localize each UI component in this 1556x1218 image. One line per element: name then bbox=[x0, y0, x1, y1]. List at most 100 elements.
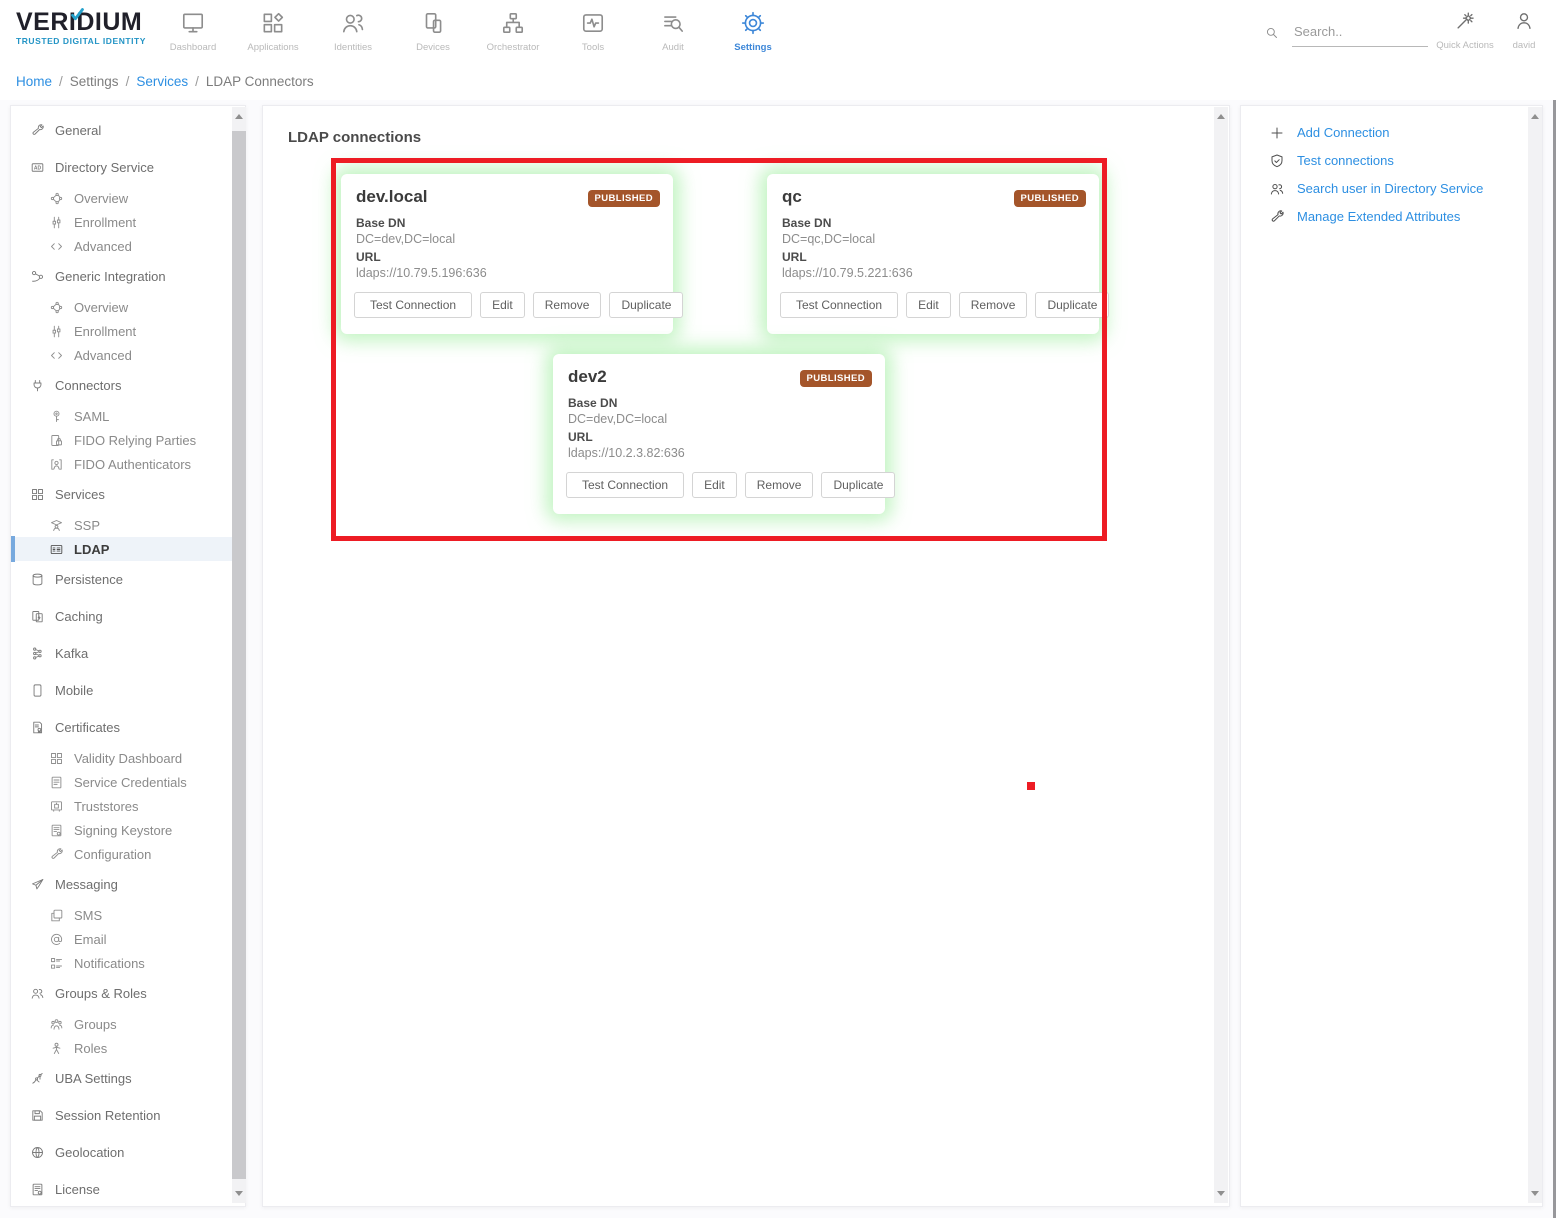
sidebar-item-configuration[interactable]: Configuration bbox=[11, 842, 245, 866]
action-test-connections[interactable]: Test connections bbox=[1269, 150, 1542, 171]
sidebar-item-ldap[interactable]: LDAP bbox=[11, 537, 245, 561]
action-manage-extended-attributes[interactable]: Manage Extended Attributes bbox=[1269, 206, 1542, 227]
edit-button[interactable]: Edit bbox=[480, 292, 525, 318]
sidebar-item-enrollment[interactable]: Enrollment bbox=[11, 210, 245, 234]
duplicate-button[interactable]: Duplicate bbox=[609, 292, 683, 318]
grid-icon bbox=[30, 487, 45, 502]
nav-dashboard[interactable]: Dashboard bbox=[153, 8, 233, 53]
sidebar-item-advanced[interactable]: Advanced bbox=[11, 343, 245, 367]
brand-logo[interactable]: VERIDIUM TRUSTED DIGITAL IDENTITY bbox=[16, 10, 166, 46]
sidebar-item-license[interactable]: License bbox=[11, 1177, 245, 1201]
nav-orchestrator[interactable]: Orchestrator bbox=[473, 8, 553, 53]
sidebar-item-ssp[interactable]: SSP bbox=[11, 513, 245, 537]
database-icon bbox=[30, 572, 45, 587]
sidebar-item-groups[interactable]: Groups bbox=[11, 1012, 245, 1036]
duplicate-button[interactable]: Duplicate bbox=[1035, 292, 1109, 318]
scrollbar-thumb[interactable] bbox=[232, 131, 246, 1179]
quick-actions-label: Quick Actions bbox=[1436, 40, 1494, 51]
sidebar-item-advanced[interactable]: Advanced bbox=[11, 234, 245, 258]
sidebar-item-session-retention[interactable]: Session Retention bbox=[11, 1103, 245, 1127]
sidebar-item-services[interactable]: Services bbox=[11, 482, 245, 506]
breadcrumb-services[interactable]: Services bbox=[136, 74, 188, 89]
nav-applications[interactable]: Applications bbox=[233, 8, 313, 53]
sidebar-item-signing-keystore[interactable]: Signing Keystore bbox=[11, 818, 245, 842]
applications-icon bbox=[233, 8, 313, 38]
wrench-icon bbox=[30, 123, 45, 138]
breadcrumb-home[interactable]: Home bbox=[16, 74, 52, 89]
scroll-down-arrow-icon[interactable] bbox=[1217, 1191, 1225, 1196]
sidebar-item-label: Mobile bbox=[55, 683, 93, 698]
sidebar-item-sms[interactable]: SMS bbox=[11, 903, 245, 927]
sidebar-item-persistence[interactable]: Persistence bbox=[11, 567, 245, 591]
remove-button[interactable]: Remove bbox=[533, 292, 602, 318]
sidebar-item-generic-integration[interactable]: Generic Integration bbox=[11, 264, 245, 288]
sidebar-item-mobile[interactable]: Mobile bbox=[11, 678, 245, 702]
quick-actions-button[interactable]: Quick Actions bbox=[1436, 10, 1494, 51]
test-connection-button[interactable]: Test Connection bbox=[780, 292, 898, 318]
action-label: Test connections bbox=[1297, 153, 1394, 168]
sidebar-item-label: Kafka bbox=[55, 646, 88, 661]
sidebar-item-groups-roles[interactable]: Groups & Roles bbox=[11, 981, 245, 1005]
card-header: qcPUBLISHED bbox=[782, 187, 1086, 207]
edit-button[interactable]: Edit bbox=[692, 472, 737, 498]
sidebar-item-kafka[interactable]: Kafka bbox=[11, 641, 245, 665]
scroll-up-arrow-icon[interactable] bbox=[235, 114, 243, 119]
sidebar-item-connectors[interactable]: Connectors bbox=[11, 373, 245, 397]
orchestrator-icon bbox=[473, 8, 553, 38]
sidebar-item-caching[interactable]: Caching bbox=[11, 604, 245, 628]
scroll-up-arrow-icon[interactable] bbox=[1531, 114, 1539, 119]
user-menu[interactable]: david bbox=[1502, 10, 1546, 51]
sidebar-item-email[interactable]: Email bbox=[11, 927, 245, 951]
edit-button[interactable]: Edit bbox=[906, 292, 951, 318]
sidebar-item-overview[interactable]: Overview bbox=[11, 295, 245, 319]
cache-icon bbox=[30, 609, 45, 624]
test-connection-button[interactable]: Test Connection bbox=[566, 472, 684, 498]
sidebar-item-uba-settings[interactable]: UBA Settings bbox=[11, 1066, 245, 1090]
card-actions: Test Connection Edit Remove Duplicate bbox=[354, 292, 683, 318]
nav-label: Settings bbox=[713, 42, 793, 53]
sidebar-item-service-credentials[interactable]: Service Credentials bbox=[11, 770, 245, 794]
plus-icon bbox=[1269, 125, 1285, 141]
nav-identities[interactable]: Identities bbox=[313, 8, 393, 53]
breadcrumb: Home/Settings/Services/LDAP Connectors bbox=[16, 74, 314, 89]
nav-devices[interactable]: Devices bbox=[393, 8, 473, 53]
sidebar-item-fido-authenticators[interactable]: FIDO Authenticators bbox=[11, 452, 245, 476]
remove-button[interactable]: Remove bbox=[745, 472, 814, 498]
scroll-up-arrow-icon[interactable] bbox=[1217, 114, 1225, 119]
sidebar-item-directory-service[interactable]: ADDirectory Service bbox=[11, 155, 245, 179]
nav-tools[interactable]: Tools bbox=[553, 8, 633, 53]
action-add-connection[interactable]: Add Connection bbox=[1269, 122, 1542, 143]
sidebar-item-certificates[interactable]: Certificates bbox=[11, 715, 245, 739]
duplicate-button[interactable]: Duplicate bbox=[821, 472, 895, 498]
sidebar-item-label: Signing Keystore bbox=[74, 823, 172, 838]
nav-label: Tools bbox=[553, 42, 633, 53]
search-icon[interactable] bbox=[1264, 25, 1279, 45]
nodes-icon bbox=[49, 300, 64, 315]
sidebar-item-general[interactable]: General bbox=[11, 118, 245, 142]
sidebar-item-roles[interactable]: Roles bbox=[11, 1036, 245, 1060]
action-search-user-in-directory-service[interactable]: Search user in Directory Service bbox=[1269, 178, 1542, 199]
scroll-down-arrow-icon[interactable] bbox=[1531, 1191, 1539, 1196]
sidebar-item-validity-dashboard[interactable]: Validity Dashboard bbox=[11, 746, 245, 770]
sidebar-scrollbar[interactable] bbox=[232, 107, 246, 1203]
nav-audit[interactable]: Audit bbox=[633, 8, 713, 53]
connection-name: dev2 bbox=[568, 367, 607, 387]
right-panel-scrollbar[interactable] bbox=[1528, 107, 1542, 1203]
sidebar-item-notifications[interactable]: Notifications bbox=[11, 951, 245, 975]
sidebar-item-truststores[interactable]: Truststores bbox=[11, 794, 245, 818]
settings-sidebar: GeneralADDirectory ServiceOverviewEnroll… bbox=[10, 105, 246, 1207]
main-scrollbar[interactable] bbox=[1214, 107, 1228, 1203]
plug-icon bbox=[30, 378, 45, 393]
sidebar-item-overview[interactable]: Overview bbox=[11, 186, 245, 210]
shield-check-icon bbox=[1269, 153, 1285, 169]
sidebar-item-fido-relying-parties[interactable]: FIDO Relying Parties bbox=[11, 428, 245, 452]
sidebar-item-saml[interactable]: SAML bbox=[11, 404, 245, 428]
search-input[interactable] bbox=[1292, 24, 1428, 47]
test-connection-button[interactable]: Test Connection bbox=[354, 292, 472, 318]
sidebar-item-messaging[interactable]: Messaging bbox=[11, 872, 245, 896]
sidebar-item-geolocation[interactable]: Geolocation bbox=[11, 1140, 245, 1164]
remove-button[interactable]: Remove bbox=[959, 292, 1028, 318]
nav-settings[interactable]: Settings bbox=[713, 8, 793, 53]
sidebar-item-enrollment[interactable]: Enrollment bbox=[11, 319, 245, 343]
scroll-down-arrow-icon[interactable] bbox=[235, 1191, 243, 1196]
